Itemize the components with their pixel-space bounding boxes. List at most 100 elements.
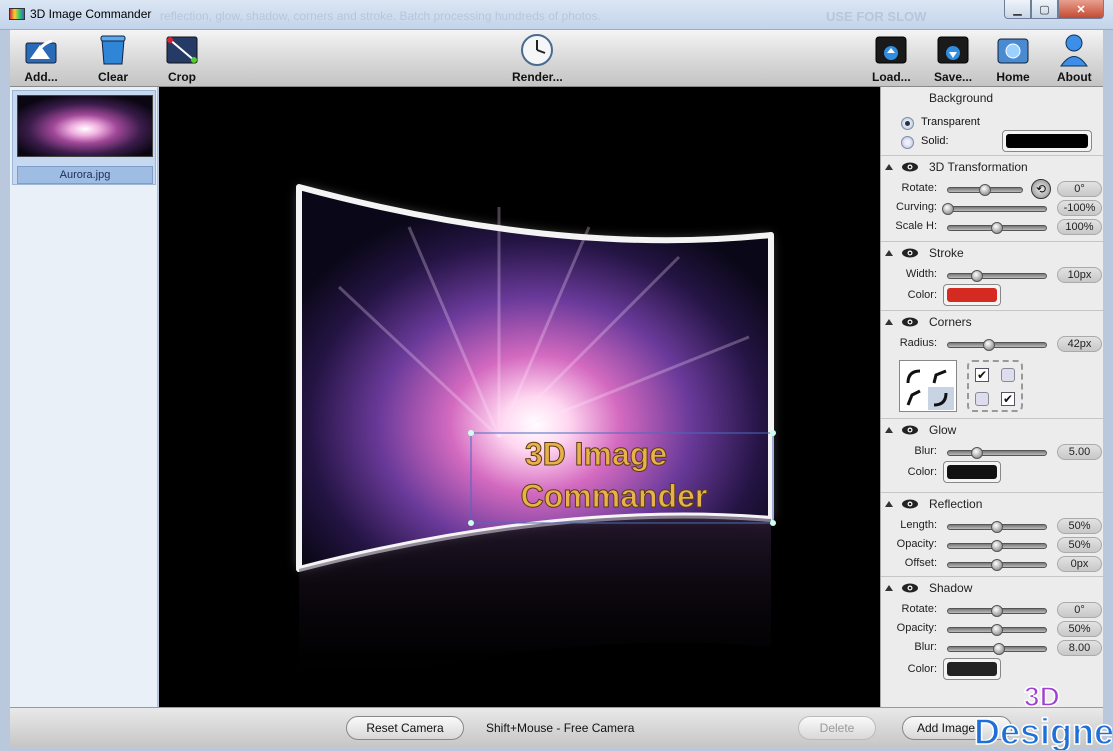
maximize-button[interactable]: ▢ [1031,0,1058,19]
render-viewport[interactable]: 3D Image Commander [159,87,880,707]
rotate-slider[interactable] [947,184,1023,196]
background-section: Background Transparent Solid: [881,87,1103,155]
about-button[interactable]: About [1057,34,1092,86]
shadow-blur-value[interactable]: 8.00 [1057,640,1102,656]
home-button[interactable]: Home [996,34,1030,86]
reflection-header[interactable]: Reflection [885,497,982,511]
scale-h-value[interactable]: 100% [1057,219,1102,235]
stroke-section: Stroke Width: 10px Color: [881,241,1103,310]
overlay-text-line1: 3D Image [525,436,667,472]
slider-knob[interactable] [991,222,1003,234]
reflection-opacity-slider[interactable] [947,540,1047,552]
minimize-button[interactable]: ▁ [1004,0,1031,19]
radius-value[interactable]: 42px [1057,336,1102,352]
glow-color-picker[interactable] [943,461,1001,483]
section-title-transformation: 3D Transformation [929,160,1028,174]
glow-header[interactable]: Glow [885,423,956,437]
curving-slider[interactable] [942,203,1047,215]
section-title-background: Background [929,91,994,105]
corners-section: Corners Radius: 42px ✔ ✔ [881,310,1103,418]
reflection-opacity-value[interactable]: 50% [1057,537,1102,553]
shadow-rotate-value[interactable]: 0° [1057,602,1102,618]
stroke-width-value[interactable]: 10px [1057,267,1102,283]
slider-knob[interactable] [991,540,1003,552]
transformation-header[interactable]: 3D Transformation [885,160,1028,174]
solid-radio[interactable] [901,136,914,149]
add-button[interactable]: Add... [24,34,58,86]
slider-knob[interactable] [991,521,1003,533]
shadow-blur-label: Blur: [914,641,937,653]
shadow-opacity-value[interactable]: 50% [1057,621,1102,637]
eye-icon [902,248,918,258]
load-button[interactable]: Load... [872,34,911,86]
stroke-color-picker[interactable] [943,284,1001,306]
bottom-bar: Reset Camera Shift+Mouse - Free Camera D… [10,707,1103,747]
slider-knob[interactable] [983,339,996,351]
reflection-length-slider[interactable] [947,521,1047,533]
stroke-width-label: Width: [905,268,937,280]
corner-bottom-left-checkbox[interactable] [975,392,989,406]
shadow-opacity-slider[interactable] [947,624,1047,636]
shadow-blur-slider[interactable] [947,643,1047,655]
section-title-corners: Corners [929,315,972,329]
minimize-icon: ▁ [1013,3,1022,16]
stroke-color-swatch [947,288,997,302]
corner-style-picker[interactable] [899,360,957,412]
collapse-arrow-icon [885,164,893,170]
reset-camera-button[interactable]: Reset Camera [346,716,464,740]
collapse-arrow-icon [885,501,893,507]
shadow-header[interactable]: Shadow [885,581,972,595]
toolbar: Add... Clear Crop Render... Load... Save… [10,30,1103,87]
stroke-header[interactable]: Stroke [885,246,964,260]
slider-knob[interactable] [971,447,984,459]
scale-h-slider[interactable] [947,222,1047,234]
section-title-reflection: Reflection [929,497,983,511]
watermark-top-text: 3D [1024,681,1060,712]
shadow-rotate-slider[interactable] [947,605,1047,617]
glow-blur-slider[interactable] [947,447,1047,459]
scale-h-label: Scale H: [895,220,937,232]
slider-knob[interactable] [992,643,1005,655]
delete-button[interactable]: Delete [798,716,876,740]
render-button[interactable]: Render... [512,34,563,86]
slider-knob[interactable] [991,624,1003,636]
ghost-banner-text: reflection, glow, shadow, corners and st… [160,9,601,23]
watermark-bottom-text: Designer [974,711,1112,750]
corner-style-icon [906,369,954,410]
curving-value[interactable]: -100% [1057,200,1102,216]
reflection-length-value[interactable]: 50% [1057,518,1102,534]
transparent-radio[interactable] [901,117,914,130]
user-icon [1057,34,1091,67]
eye-icon [902,317,918,327]
close-button[interactable]: ✕ [1058,0,1104,19]
rotate-value[interactable]: 0° [1057,181,1102,197]
slider-knob[interactable] [979,184,991,196]
glow-blur-value[interactable]: 5.00 [1057,444,1102,460]
radius-slider[interactable] [947,339,1047,351]
save-button[interactable]: Save... [934,34,972,86]
corner-bottom-right-checkbox[interactable]: ✔ [1001,392,1015,406]
stroke-width-slider[interactable] [947,270,1047,282]
rotate-label: Rotate: [901,182,937,194]
reset-rotation-icon[interactable]: ⟲ [1031,179,1051,199]
3d-preview-canvas: 3D Image Commander [296,184,776,697]
corner-top-right-checkbox[interactable] [1001,368,1015,382]
save-icon [936,34,970,66]
crop-label: Crop [168,70,196,84]
clear-button[interactable]: Clear [96,34,130,86]
image-list-item[interactable]: Aurora.jpg [12,90,156,185]
slider-knob[interactable] [942,203,954,215]
shadow-color-picker[interactable] [943,658,1001,680]
corners-header[interactable]: Corners [885,315,972,329]
load-label: Load... [872,70,911,84]
shadow-color-swatch [947,662,997,676]
solid-color-picker[interactable] [1002,130,1092,152]
reflection-offset-slider[interactable] [947,559,1047,571]
slider-knob[interactable] [991,559,1003,571]
reflection-offset-value[interactable]: 0px [1057,556,1102,572]
slider-knob[interactable] [991,605,1003,617]
slider-knob[interactable] [971,270,984,282]
collapse-arrow-icon [885,319,893,325]
crop-button[interactable]: Crop [165,34,199,86]
corner-top-left-checkbox[interactable]: ✔ [975,368,989,382]
